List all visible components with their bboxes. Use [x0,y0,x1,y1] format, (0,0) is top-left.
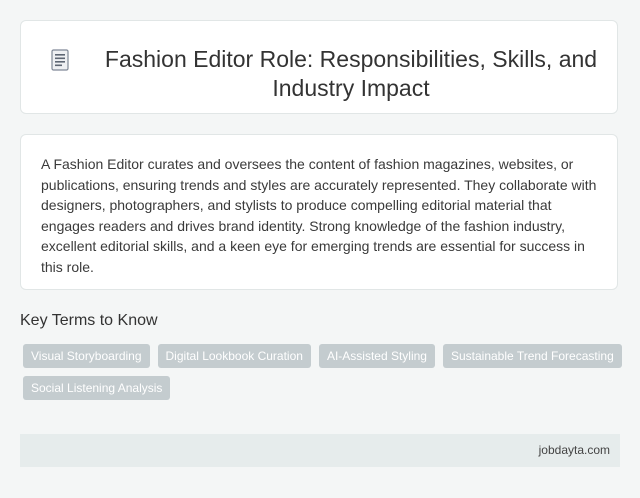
key-terms-tags: Visual Storyboarding Digital Lookbook Cu… [23,344,623,400]
tag-sustainable-trend-forecasting[interactable]: Sustainable Trend Forecasting [442,344,622,368]
tag-ai-assisted-styling[interactable]: AI-Assisted Styling [318,344,435,368]
key-terms-heading: Key Terms to Know [20,312,158,329]
tag-visual-storyboarding[interactable]: Visual Storyboarding [23,344,150,368]
footer-bar: jobdayta.com [20,434,620,467]
header-card: Fashion Editor Role: Responsibilities, S… [20,20,618,114]
document-icon [51,49,69,71]
description-card: A Fashion Editor curates and oversees th… [20,134,618,290]
footer-credit[interactable]: jobdayta.com [539,434,610,467]
description-text: A Fashion Editor curates and oversees th… [41,156,597,275]
tag-digital-lookbook-curation[interactable]: Digital Lookbook Curation [157,344,311,368]
page-title: Fashion Editor Role: Responsibilities, S… [104,46,598,101]
tag-social-listening-analysis[interactable]: Social Listening Analysis [23,376,171,400]
